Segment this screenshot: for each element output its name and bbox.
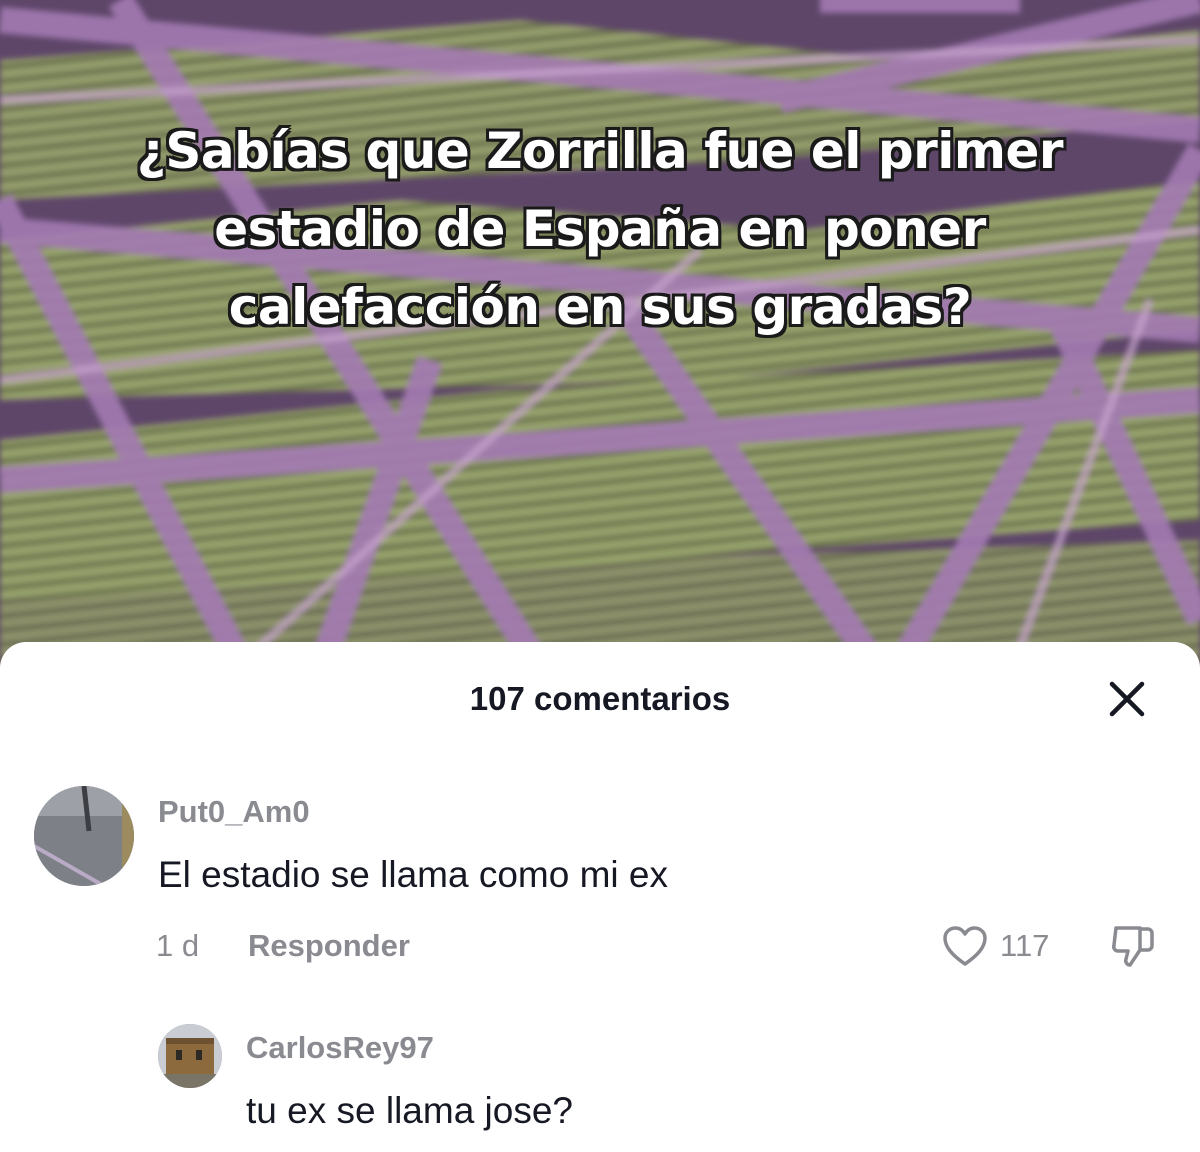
video-caption: ¿Sabías que Zorrilla fue el primer estad… [100,112,1100,346]
video-frame [0,0,1200,700]
heart-icon [943,926,987,966]
dislike-button[interactable] [1106,922,1160,970]
like-button[interactable]: 117 [942,922,1049,970]
reply-text: tu ex se llama jose? [246,1090,574,1131]
comments-count-title: 107 comentarios [469,680,731,717]
caption-line: ¿Sabías que Zorrilla fue el primer [136,122,1064,180]
reply-button[interactable]: Responder [248,928,410,964]
comment-age: 1 d [156,928,200,963]
close-button[interactable] [1104,676,1150,722]
close-icon [1109,681,1145,717]
comment-username[interactable]: Put0_Am0 [158,794,310,830]
like-count: 117 [1000,928,1050,963]
caption-line: calefacción en sus gradas? [228,278,972,336]
avatar[interactable] [158,1024,222,1088]
caption-line: estadio de España en poner [214,200,986,258]
video-player[interactable]: ¿Sabías que Zorrilla fue el primer estad… [0,0,1200,700]
thumbs-down-icon [1112,926,1154,967]
avatar[interactable] [34,786,134,886]
reply-username[interactable]: CarlosRey97 [246,1030,434,1066]
comments-sheet: 107 comentarios Put0_Am0 El estadio se l… [0,642,1200,1152]
comment-text: El estadio se llama como mi ex [158,854,668,895]
